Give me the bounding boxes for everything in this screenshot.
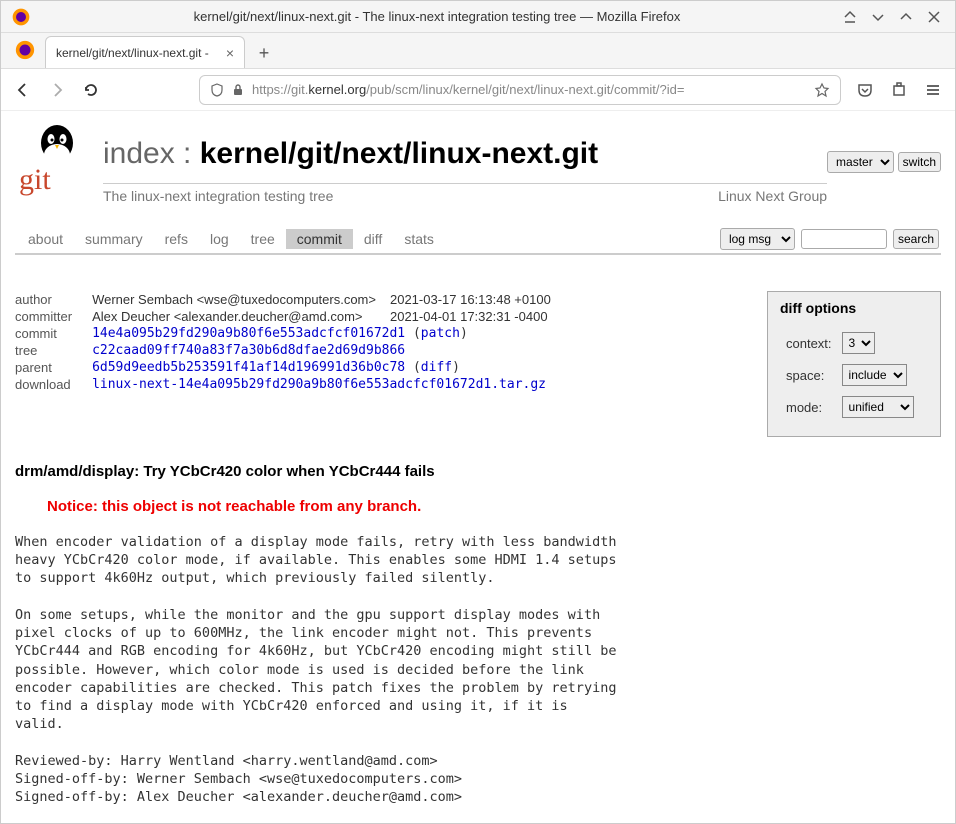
extensions-icon[interactable]	[889, 80, 909, 100]
committer-label: committer	[15, 308, 92, 325]
repo-owner: Linux Next Group	[718, 188, 827, 204]
bookmark-icon[interactable]	[814, 82, 830, 98]
tab-tree[interactable]: tree	[240, 229, 286, 249]
reload-button[interactable]	[81, 80, 101, 100]
author-name: Werner Sembach <wse@tuxedocomputers.com>	[92, 291, 390, 308]
download-link[interactable]: linux-next-14e4a095b29fd290a9b80f6e553ad…	[92, 377, 546, 392]
parent-label: parent	[15, 359, 92, 376]
search-button[interactable]	[893, 229, 939, 249]
repo-subtitle: The linux-next integration testing tree	[103, 188, 718, 204]
log-type-select[interactable]: log msg	[720, 228, 795, 250]
unreachable-notice: Notice: this object is not reachable fro…	[47, 498, 941, 515]
patch-link[interactable]: patch	[421, 326, 460, 341]
tab-label: kernel/git/next/linux-next.git -	[56, 46, 220, 60]
commit-subject: drm/amd/display: Try YCbCr420 color when…	[15, 463, 941, 480]
new-tab-button[interactable]: +	[249, 38, 279, 68]
tab-refs[interactable]: refs	[154, 229, 199, 249]
forward-button[interactable]	[47, 80, 67, 100]
firefox-home-icon[interactable]	[11, 36, 39, 64]
tree-label: tree	[15, 342, 92, 359]
search-input[interactable]	[801, 229, 887, 249]
back-button[interactable]	[13, 80, 33, 100]
git-logo[interactable]: git	[15, 121, 95, 201]
tab-log[interactable]: log	[199, 229, 240, 249]
committer-name: Alex Deucher <alexander.deucher@amd.com>	[92, 308, 390, 325]
mode-select[interactable]: unified	[842, 396, 914, 418]
cgit-tabs: about summary refs log tree commit diff …	[15, 228, 941, 255]
diff-options-title: diff options	[780, 300, 928, 316]
svg-text:git: git	[19, 163, 51, 196]
unreachable-notice-bottom: Notice: this object is not reachable fro…	[33, 822, 941, 823]
commit-info-table: author Werner Sembach <wse@tuxedocompute…	[15, 291, 565, 393]
tab-close-icon[interactable]: ×	[226, 45, 234, 61]
page-content: git index : kernel/git/next/linux-next.g…	[1, 111, 955, 823]
window-title: kernel/git/next/linux-next.git - The lin…	[31, 9, 843, 24]
parent-hash-link[interactable]: 6d59d9eedb5b253591f41af14d196991d36b0c78	[92, 360, 405, 375]
tab-about[interactable]: about	[17, 229, 74, 249]
branch-select[interactable]: master	[827, 151, 894, 173]
diff-link[interactable]: diff	[421, 360, 452, 375]
shield-icon	[210, 83, 224, 97]
download-label: download	[15, 376, 92, 393]
commit-body: When encoder validation of a display mod…	[15, 533, 941, 806]
author-label: author	[15, 291, 92, 308]
maximize-icon[interactable]	[899, 10, 913, 24]
menu-icon[interactable]	[923, 80, 943, 100]
switch-button[interactable]	[898, 152, 941, 172]
context-label: context:	[782, 328, 836, 358]
tab-stats[interactable]: stats	[393, 229, 445, 249]
tab-commit[interactable]: commit	[286, 229, 353, 249]
minimize-alt-icon[interactable]	[843, 10, 857, 24]
context-select[interactable]: 3	[842, 332, 875, 354]
commit-label: commit	[15, 325, 92, 342]
close-icon[interactable]	[927, 10, 941, 24]
lock-icon	[232, 83, 244, 97]
tab-diff[interactable]: diff	[353, 229, 393, 249]
url-bar[interactable]: https://git.kernel.org/pub/scm/linux/ker…	[199, 75, 841, 105]
diff-options-panel: diff options context: 3 space: include m…	[767, 291, 941, 437]
committer-date: 2021-04-01 17:32:31 -0400	[390, 308, 565, 325]
url-text: https://git.kernel.org/pub/scm/linux/ker…	[252, 82, 806, 97]
pocket-icon[interactable]	[855, 80, 875, 100]
page-title: index : kernel/git/next/linux-next.git	[103, 137, 827, 171]
commit-hash-link[interactable]: 14e4a095b29fd290a9b80f6e553adcfcf01672d1	[92, 326, 405, 341]
tab-summary[interactable]: summary	[74, 229, 154, 249]
minimize-icon[interactable]	[871, 10, 885, 24]
author-date: 2021-03-17 16:13:48 +0100	[390, 291, 565, 308]
tree-hash-link[interactable]: c22caad09ff740a83f7a30b6d8dfae2d69d9b866	[92, 343, 405, 358]
window-titlebar: kernel/git/next/linux-next.git - The lin…	[1, 1, 955, 33]
space-label: space:	[782, 360, 836, 390]
browser-navbar: https://git.kernel.org/pub/scm/linux/ker…	[1, 69, 955, 111]
browser-tab[interactable]: kernel/git/next/linux-next.git - ×	[45, 36, 245, 68]
space-select[interactable]: include	[842, 364, 907, 386]
firefox-icon	[11, 7, 31, 27]
mode-label: mode:	[782, 392, 836, 422]
browser-tabbar: kernel/git/next/linux-next.git - × +	[1, 33, 955, 69]
